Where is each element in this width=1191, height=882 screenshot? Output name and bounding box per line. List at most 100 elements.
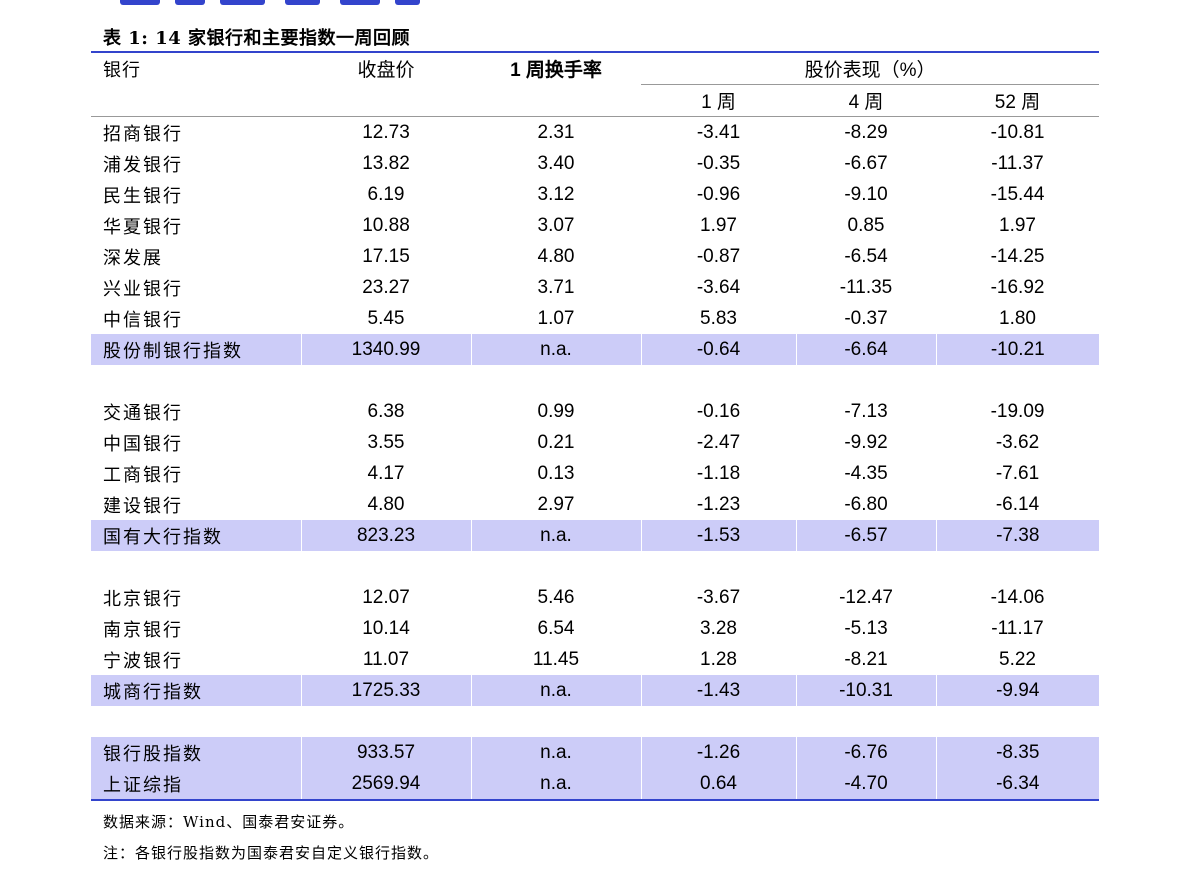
table-row: 浦发银行 13.82 3.40 -0.35 -6.67 -11.37 <box>91 148 1099 179</box>
cell-turnover: 0.99 <box>537 400 575 422</box>
cell-name: 招商银行 <box>103 123 183 145</box>
cell-close: 17.15 <box>362 245 410 267</box>
cell-w1: -0.35 <box>696 152 741 174</box>
table-row: 民生银行 6.19 3.12 -0.96 -9.10 -15.44 <box>91 179 1099 210</box>
cell-w4: -4.35 <box>844 462 888 484</box>
index-row: 股份制银行指数 1340.99 n.a. -0.64 -6.64 -10.21 <box>91 334 1100 365</box>
table-row: 兴业银行 23.27 3.71 -3.64 -11.35 -16.92 <box>91 272 1099 303</box>
cell-turnover: 0.21 <box>537 431 575 453</box>
cell-close: 823.23 <box>300 520 471 551</box>
table-row: 工商银行 4.17 0.13 -1.18 -4.35 -7.61 <box>91 458 1099 489</box>
cell-close: 12.07 <box>362 586 410 608</box>
table-caption: 表 1: 14 家银行和主要指数一周回顾 <box>103 28 411 49</box>
table-row: 深发展 17.15 4.80 -0.87 -6.54 -14.25 <box>91 241 1099 272</box>
cell-w4: -7.13 <box>844 400 888 422</box>
cell-w4: -6.76 <box>795 737 936 768</box>
cell-name: 交通银行 <box>103 402 183 424</box>
subheader-row: 1 周 4 周 52 周 <box>91 84 1100 117</box>
table-row: 宁波银行 11.07 11.45 1.28 -8.21 5.22 <box>91 644 1099 675</box>
cell-w4: -11.35 <box>839 276 893 298</box>
cell-w4: -8.29 <box>844 121 888 143</box>
table-row: 中信银行 5.45 1.07 5.83 -0.37 1.80 <box>91 303 1099 334</box>
cell-name: 国有大行指数 <box>91 520 301 551</box>
cell-close: 933.57 <box>300 737 471 768</box>
cell-turnover: 6.54 <box>537 617 575 639</box>
cell-w1: -2.47 <box>696 431 741 453</box>
cell-turnover: 4.80 <box>537 245 575 267</box>
cell-turnover: n.a. <box>470 520 641 551</box>
table-row: 华夏银行 10.88 3.07 1.97 0.85 1.97 <box>91 210 1099 241</box>
cell-w4: -4.70 <box>795 768 936 801</box>
cell-turnover: 11.45 <box>532 648 580 670</box>
cell-w52: -14.06 <box>990 586 1045 608</box>
header-bank: 银行 <box>91 51 301 85</box>
cell-w4: -6.57 <box>795 520 936 551</box>
cell-w52: -7.38 <box>935 520 1100 551</box>
cell-w52: -10.21 <box>935 334 1100 365</box>
cell-w52: -11.17 <box>991 617 1044 639</box>
cell-w1: 1.97 <box>700 214 737 236</box>
cell-name: 上证综指 <box>91 768 301 801</box>
cell-w52: -10.81 <box>990 121 1045 143</box>
cell-turnover: 3.07 <box>537 214 575 236</box>
cell-turnover: 3.12 <box>537 183 575 205</box>
cell-close: 5.45 <box>367 307 405 329</box>
cell-turnover: 2.31 <box>537 121 575 143</box>
cell-w1: 3.28 <box>700 617 737 639</box>
cell-w1: 0.64 <box>640 768 796 801</box>
table-row: 交通银行 6.38 0.99 -0.16 -7.13 -19.09 <box>91 396 1099 427</box>
cell-name: 兴业银行 <box>103 278 183 300</box>
cell-close: 2569.94 <box>300 768 471 801</box>
cell-w1: -3.41 <box>696 121 741 143</box>
cell-name: 华夏银行 <box>103 216 183 238</box>
cell-w4: -6.54 <box>844 245 888 267</box>
index-row: 上证综指 2569.94 n.a. 0.64 -4.70 -6.34 <box>91 768 1100 801</box>
spacer-row <box>91 365 1099 396</box>
cell-w1: -0.87 <box>696 245 741 267</box>
cell-w1: -0.16 <box>696 400 741 422</box>
cell-close: 23.27 <box>362 276 410 298</box>
cell-w52: -19.09 <box>990 400 1045 422</box>
cell-w1: -0.64 <box>640 334 796 365</box>
table-row: 中国银行 3.55 0.21 -2.47 -9.92 -3.62 <box>91 427 1099 458</box>
cell-w4: -12.47 <box>839 586 893 608</box>
cell-name: 宁波银行 <box>103 650 183 672</box>
cell-name: 深发展 <box>103 247 163 269</box>
cell-name: 建设银行 <box>103 495 183 517</box>
cell-close: 6.19 <box>367 183 405 205</box>
cell-name: 民生银行 <box>103 185 183 207</box>
cell-w4: -10.31 <box>795 675 936 706</box>
cell-name: 城商行指数 <box>91 675 301 706</box>
cell-turnover: 0.13 <box>537 462 575 484</box>
header-close: 收盘价 <box>301 51 471 85</box>
cell-name: 股份制银行指数 <box>91 334 301 365</box>
cell-turnover: 3.40 <box>537 152 575 174</box>
cell-name: 中信银行 <box>103 309 183 331</box>
cell-turnover: 2.97 <box>537 493 575 515</box>
cell-w4: -9.10 <box>844 183 888 205</box>
index-row: 银行股指数 933.57 n.a. -1.26 -6.76 -8.35 <box>91 737 1100 768</box>
header-1w: 1 周 <box>641 84 796 117</box>
cell-w1: -0.96 <box>696 183 741 205</box>
cell-w52: -8.35 <box>935 737 1100 768</box>
header-turnover: 1 周换手率 <box>471 51 641 85</box>
cell-w4: -6.64 <box>795 334 936 365</box>
cell-turnover: 5.46 <box>537 586 575 608</box>
spacer-row <box>91 706 1099 737</box>
cell-w4: -5.13 <box>844 617 888 639</box>
source-note: 数据来源：Wind、国泰君安证券。 <box>103 813 355 831</box>
table-row: 建设银行 4.80 2.97 -1.23 -6.80 -6.14 <box>91 489 1099 520</box>
header-52w: 52 周 <box>936 84 1100 117</box>
cell-turnover: n.a. <box>470 737 641 768</box>
cell-w52: 5.22 <box>999 648 1036 670</box>
cell-w52: -14.25 <box>990 245 1045 267</box>
cell-w1: -3.64 <box>696 276 741 298</box>
cell-name: 北京银行 <box>103 588 183 610</box>
index-row: 国有大行指数 823.23 n.a. -1.53 -6.57 -7.38 <box>91 520 1100 551</box>
cell-turnover: 1.07 <box>537 307 575 329</box>
cell-w4: -9.92 <box>844 431 888 453</box>
cell-name: 南京银行 <box>103 619 183 641</box>
cell-close: 11.07 <box>362 648 410 670</box>
cell-w52: -3.62 <box>995 431 1040 453</box>
cell-close: 6.38 <box>367 400 405 422</box>
